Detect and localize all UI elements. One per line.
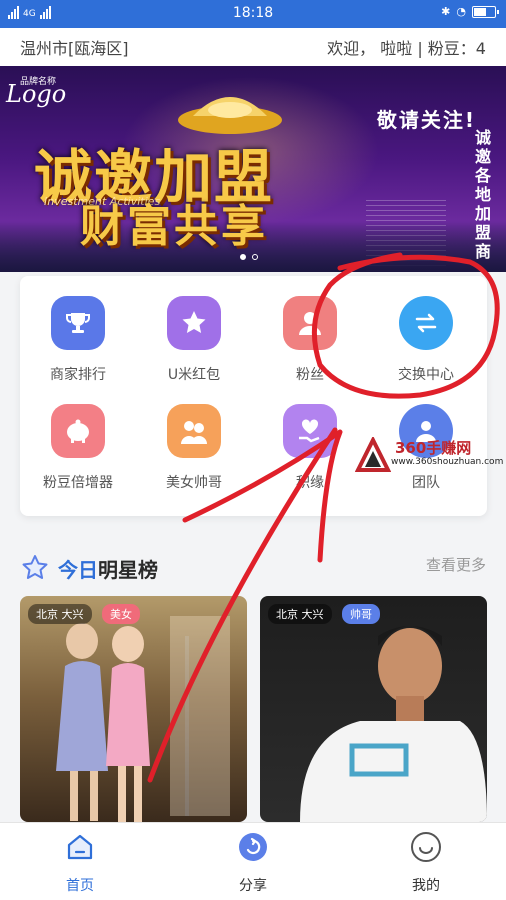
- star-card-male[interactable]: 北京 大兴 帅哥: [260, 596, 487, 822]
- bluetooth-icon: ✱: [441, 5, 451, 18]
- status-bar: 4G 18:18 ✱ ◔: [0, 0, 506, 28]
- clock: 18:18: [232, 5, 274, 21]
- nav-profile[interactable]: 我的: [366, 831, 486, 895]
- nav-home[interactable]: 首页: [20, 831, 140, 895]
- star-ranking-header: 今日明星榜 查看更多: [20, 548, 486, 588]
- banner-follow-text: 敬请关注!: [376, 108, 476, 132]
- watermark-url: www.360shouzhuan.com: [391, 457, 504, 467]
- heart-hand-icon: [283, 404, 337, 458]
- piggy-bank-icon: [51, 404, 105, 458]
- app-header: 温州市[瓯海区] 欢迎， 啦啦 | 粉豆：4: [0, 28, 506, 66]
- battery-icon: [472, 5, 499, 18]
- grid-item-fans[interactable]: 粉丝: [252, 296, 368, 384]
- see-more-link[interactable]: 查看更多: [426, 554, 486, 575]
- grid-label: 美女帅哥: [166, 475, 222, 491]
- brand-logo: Logo: [6, 80, 67, 108]
- user-greeting: 欢迎， 啦啦 | 粉豆：4: [327, 39, 486, 58]
- nav-share[interactable]: 分享: [193, 831, 313, 895]
- nav-label: 我的: [412, 878, 440, 894]
- gold-ingot-icon: [178, 97, 282, 134]
- grid-label: U米红包: [167, 367, 221, 383]
- photo-placeholder: [56, 616, 230, 822]
- profile-icon: [410, 831, 442, 863]
- grid-item-exchange-center[interactable]: 交换中心: [368, 296, 484, 384]
- exchange-icon: [399, 296, 453, 350]
- grid-item-bean-multiplier[interactable]: 粉豆倍增器: [20, 404, 136, 492]
- site-watermark: 360手赚网 www.360shouzhuan.com: [355, 435, 505, 475]
- section-title: 今日明星榜: [58, 554, 158, 583]
- star-outline-icon: [22, 555, 48, 579]
- grid-label: 交换中心: [398, 367, 454, 383]
- banner-vertical-text: 诚邀各地加盟商: [474, 128, 491, 261]
- carousel-dots[interactable]: [240, 254, 258, 260]
- nav-label: 分享: [239, 878, 267, 894]
- section-title-rest: 明星榜: [98, 557, 158, 582]
- photo-placeholder: [300, 626, 487, 822]
- location-tag: 北京 大兴: [268, 604, 332, 624]
- wifi-icon: ◔: [456, 5, 466, 18]
- trophy-icon: [51, 296, 105, 350]
- watermark-logo-icon: [355, 437, 391, 472]
- feature-grid: 商家排行 U米红包 粉丝 交换中心 粉豆倍增器 美女帅哥 积缘 团队: [20, 276, 487, 516]
- home-icon: [64, 831, 96, 863]
- share-icon: [237, 831, 269, 863]
- grid-item-merchant-rank[interactable]: 商家排行: [20, 296, 136, 384]
- grid-label: 商家排行: [50, 367, 106, 383]
- grid-label: 团队: [412, 475, 440, 491]
- category-tag: 帅哥: [342, 604, 380, 624]
- grid-label: 积缘: [296, 475, 324, 491]
- banner-headline-2: 财富共享: [80, 201, 268, 252]
- grid-item-beauties[interactable]: 美女帅哥: [136, 404, 252, 492]
- nav-label: 首页: [66, 878, 94, 894]
- grid-item-u-red-packet[interactable]: U米红包: [136, 296, 252, 384]
- watermark-title: 360手赚网: [395, 439, 472, 457]
- grid-label: 粉豆倍增器: [43, 475, 113, 491]
- location-tag: 北京 大兴: [28, 604, 92, 624]
- star-card-female[interactable]: 北京 大兴 美女: [20, 596, 247, 822]
- couple-icon: [167, 404, 221, 458]
- category-tag: 美女: [102, 604, 140, 624]
- location-selector[interactable]: 温州市[瓯海区]: [20, 35, 129, 59]
- bottom-navigation: 首页 分享 我的: [0, 822, 506, 900]
- grid-label: 粉丝: [296, 367, 324, 383]
- section-title-highlight: 今日: [58, 557, 98, 582]
- user-icon: [283, 296, 337, 350]
- star-icon: [167, 296, 221, 350]
- grid-item-ji-yuan[interactable]: 积缘: [252, 404, 368, 492]
